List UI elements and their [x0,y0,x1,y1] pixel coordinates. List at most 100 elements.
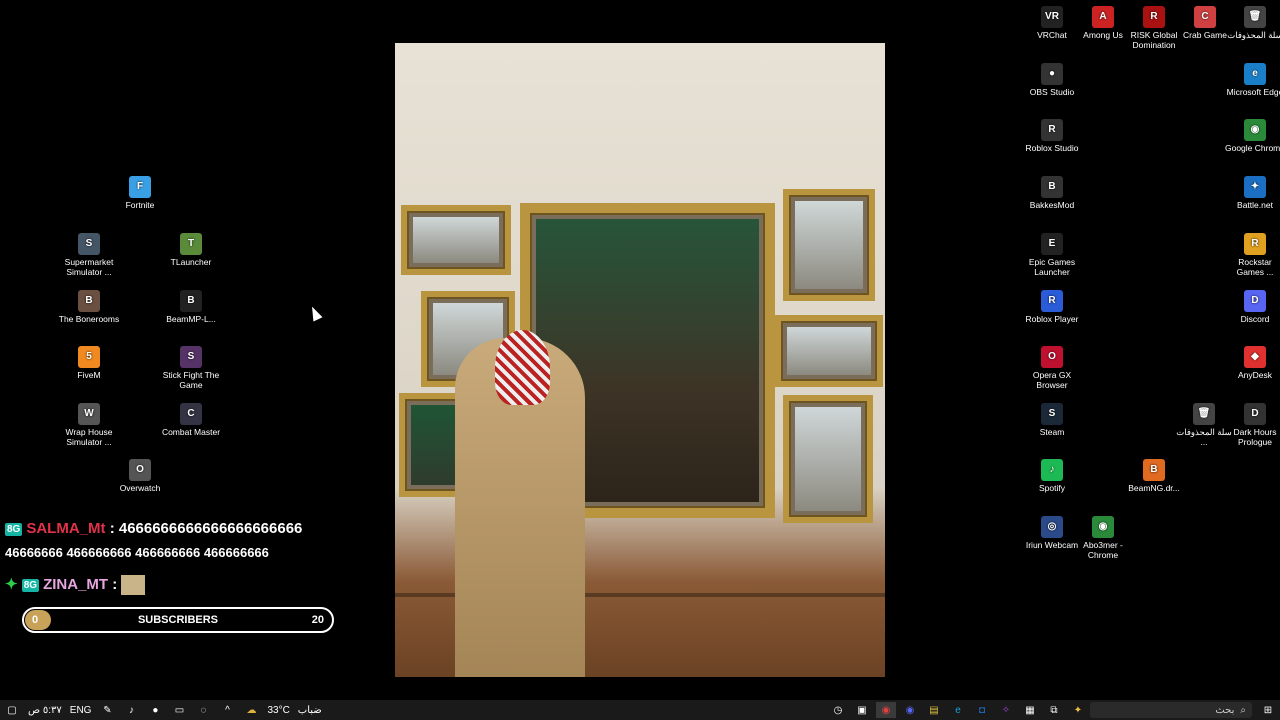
app-icon: B [180,290,202,312]
desktop-icon[interactable]: D Discord [1224,290,1280,324]
taskbar-app-icon[interactable]: ✧ [996,702,1016,718]
chat-line-1b: 46666666 466666666 466666666 466666666 [5,545,269,560]
app-icon: ◉ [1244,119,1266,141]
desktop-icon[interactable]: E Epic Games Launcher [1021,233,1083,277]
desktop-icon-label: Stick Fight The Game [162,370,220,390]
desktop-icon[interactable]: ✦ Battle.net [1224,176,1280,210]
search-placeholder: بحث [1215,704,1235,716]
desktop-icon[interactable]: R Roblox Studio [1021,119,1083,153]
desktop-icon[interactable]: B BeamNG.dr... [1123,459,1185,493]
desktop-icon[interactable]: ● OBS Studio [1021,63,1083,97]
language-indicator[interactable]: ENG [70,705,92,716]
desktop-icon[interactable]: ◉ Google Chrome [1224,119,1280,153]
desktop-icon-label: AnyDesk [1237,370,1272,380]
chat-username: ZINA_MT [43,576,109,593]
desktop-icon[interactable]: R Rockstar Games ... [1224,233,1280,277]
tray-icon[interactable]: ◌ [193,702,213,718]
desktop-icon-label: Fortnite [125,200,155,210]
taskbar-app-icon[interactable]: ◷ [828,702,848,718]
search-icon: ⌕ [1240,704,1246,716]
app-icon: F [129,176,151,198]
desktop-icon[interactable]: ◆ AnyDesk [1224,346,1280,380]
subscriber-label: SUBSCRIBERS [137,614,219,626]
pen-icon[interactable]: ✎ [97,702,117,718]
desktop-icon[interactable]: W Wrap House Simulator ... [58,403,120,447]
microphone-icon[interactable]: ● [145,702,165,718]
start-button[interactable]: ⊞ [1258,702,1278,718]
desktop-icon[interactable]: S Stick Fight The Game [160,346,222,390]
outlook-icon[interactable]: ◘ [972,702,992,718]
app-icon: W [78,403,100,425]
weather-icon[interactable]: ☁ [241,702,261,718]
desktop-icon[interactable]: C Combat Master [160,403,222,437]
desktop-icon[interactable]: ♪ Spotify [1021,459,1083,493]
app-icon: C [180,403,202,425]
desktop-icon-label: سلة المحذوفات [1227,30,1280,40]
desktop-icon-label: Epic Games Launcher [1028,257,1076,277]
weather-desc[interactable]: ضباب [298,705,322,716]
desktop-icon-label: Roblox Player [1025,314,1079,324]
desktop-icon[interactable]: B The Bonerooms [58,290,120,324]
clock[interactable]: ٥:٣٧ ص [28,705,62,716]
app-icon: ◉ [1092,516,1114,538]
diamond-icon: ✦ [5,576,18,593]
desktop-icon[interactable]: e Microsoft Edge [1224,63,1280,97]
desktop-icon-label: The Bonerooms [58,314,120,324]
chat-message: : [112,576,118,593]
app-icon: 🗑 [1244,6,1266,28]
task-view-icon[interactable]: ⧉ [1044,702,1064,718]
desktop-icon[interactable]: B BakkesMod [1021,176,1083,210]
desktop-icon[interactable]: T TLauncher [160,233,222,267]
app-icon: R [1041,290,1063,312]
app-icon: R [1041,119,1063,141]
chrome-icon[interactable]: ◉ [876,702,896,718]
app-icon: T [180,233,202,255]
discord-icon[interactable]: ◉ [900,702,920,718]
app-icon: S [78,233,100,255]
chat-line-2: ✦ 8G ZINA_MT : [5,575,146,596]
subscriber-goal-bar: 0 SUBSCRIBERS 20 [22,607,334,633]
folder-icon[interactable]: ▤ [924,702,944,718]
desktop-icon[interactable]: F Fortnite [109,176,171,210]
app-icon: B [1041,176,1063,198]
app-icon: O [129,459,151,481]
search-input[interactable]: بحث ⌕ [1090,702,1252,718]
app-icon: ● [1041,63,1063,85]
edge-icon[interactable]: e [948,702,968,718]
chevron-up-icon[interactable]: ^ [217,702,237,718]
desktop-icon-label: Rockstar Games ... [1236,257,1274,277]
desktop-icon-label: TLauncher [170,257,212,267]
app-icon: 5 [78,346,100,368]
desktop-icon[interactable]: D Dark Hours Prologue [1224,403,1280,447]
desktop-icon[interactable]: S Supermarket Simulator ... [58,233,120,277]
desktop-icon-label: Steam [1039,427,1065,437]
desktop-icon[interactable]: B BeamMP-L... [160,290,222,324]
volume-icon[interactable]: ♪ [121,702,141,718]
mouse-cursor-icon [307,304,323,322]
desktop-icon[interactable]: S Steam [1021,403,1083,437]
desktop-icon[interactable]: 🗑 سلة المحذوفات [1224,6,1280,40]
taskbar-app-icon[interactable]: ▣ [852,702,872,718]
desktop-icon-label: FiveM [77,370,101,380]
app-icon: D [1244,290,1266,312]
store-icon[interactable]: ▦ [1020,702,1040,718]
desktop-icon[interactable]: ◉ Abo3mer - Chrome [1072,516,1134,560]
desktop-icon-label: OBS Studio [1029,87,1075,97]
chat-message: : 4666666666666666666666 [109,520,303,537]
emote-icon [121,575,146,596]
app-icon: S [180,346,202,368]
portrait-frame [401,205,511,275]
app-icon: 🗑 [1193,403,1215,425]
desktop-icon[interactable]: O Overwatch [109,459,171,493]
weather-temp[interactable]: 33°C [267,705,289,716]
desktop-icon[interactable]: R Roblox Player [1021,290,1083,324]
taskbar: ▢ ٥:٣٧ ص ENG ✎ ♪ ● ▭ ◌ ^ ☁ 33°C ضباب ◷ ▣… [0,700,1280,720]
notification-icon[interactable]: ▢ [2,702,22,718]
copilot-icon[interactable]: ✦ [1068,702,1088,718]
app-icon: ♪ [1041,459,1063,481]
desktop-icon-label: Spotify [1039,483,1065,493]
portrait-frame [775,315,883,387]
desktop-icon[interactable]: O Opera GX Browser [1021,346,1083,390]
network-icon[interactable]: ▭ [169,702,189,718]
desktop-icon[interactable]: 5 FiveM [58,346,120,380]
